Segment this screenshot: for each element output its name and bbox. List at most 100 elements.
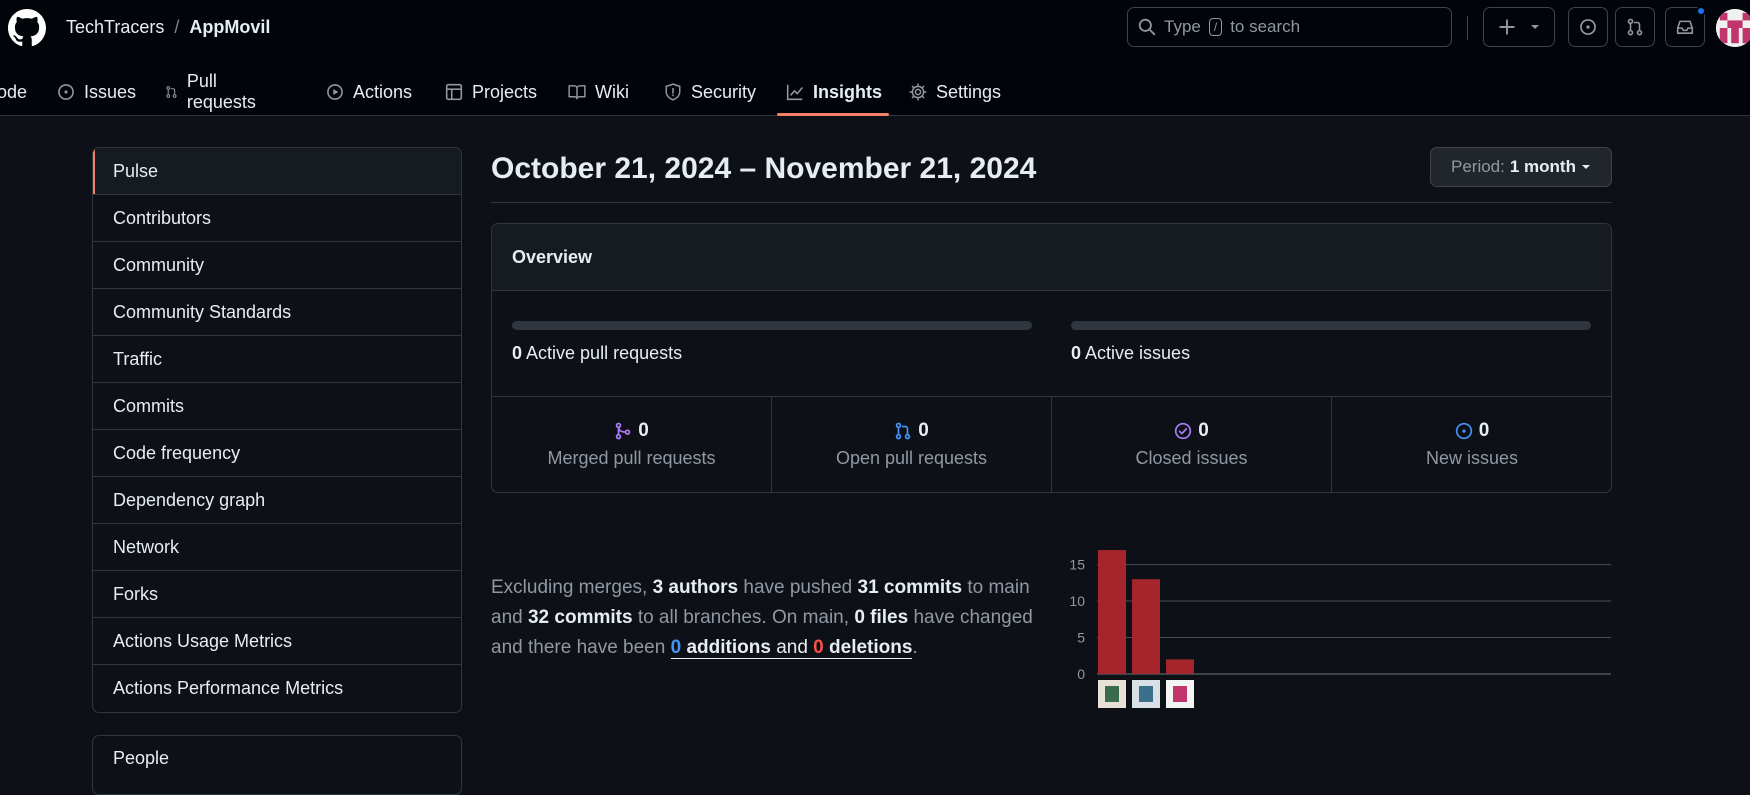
summary-text: and: [776, 637, 808, 658]
tab-label: Security: [691, 81, 757, 102]
authors-count: 3 authors: [652, 577, 739, 598]
tab-label: Projects: [472, 81, 538, 102]
sidebar-item-dependency-graph[interactable]: Dependency graph: [93, 477, 461, 524]
y-tick-label: 15: [1069, 557, 1085, 573]
tab-label: Insights: [813, 81, 883, 102]
issue-icon: [58, 84, 74, 100]
identicon-avatar: [1716, 9, 1750, 47]
top-bar: TechTracers / AppMovil Type / to search: [0, 0, 1750, 56]
sidebar-item-commits[interactable]: Commits: [93, 383, 461, 430]
title-divider: [491, 202, 1612, 203]
pull-request-icon: [1627, 18, 1643, 36]
sidebar-item-actions-usage-metrics[interactable]: Actions Usage Metrics: [93, 618, 461, 665]
sidebar-item-forks[interactable]: Forks: [93, 571, 461, 618]
author-avatar-icon[interactable]: [1098, 680, 1126, 708]
pull-requests-button[interactable]: [1615, 7, 1655, 47]
closed-issues-label: Closed issues: [1135, 448, 1248, 468]
tab-wiki[interactable]: Wiki: [568, 68, 629, 116]
author-avatar-icon[interactable]: [1132, 680, 1160, 708]
active-issues-summary[interactable]: 0 Active issues: [1071, 343, 1190, 364]
search-input[interactable]: Type / to search: [1127, 7, 1452, 47]
tab-label: Wiki: [595, 81, 629, 102]
tab-label: ode: [0, 81, 28, 102]
chart-bar[interactable]: [1166, 659, 1194, 674]
breadcrumb: TechTracers / AppMovil: [66, 17, 270, 38]
search-icon: [1138, 18, 1156, 36]
deletions-word: deletions: [829, 637, 913, 658]
commit-summary: Excluding merges, 3 authors have pushed …: [491, 573, 1051, 663]
sidebar-item-traffic[interactable]: Traffic: [93, 336, 461, 383]
open-prs-count: 0: [918, 420, 929, 441]
github-logo-icon[interactable]: [8, 9, 46, 47]
summary-text: .: [912, 637, 918, 658]
summary-text: Excluding merges,: [491, 577, 648, 598]
merged-prs-count: 0: [638, 420, 649, 441]
tab-insights[interactable]: Insights: [786, 68, 882, 116]
closed-issues-stat[interactable]: 0 Closed issues: [1052, 397, 1332, 492]
period-select-button[interactable]: Period: 1 month: [1430, 147, 1612, 187]
tab-issues[interactable]: Issues: [57, 68, 136, 116]
search-prefix: Type: [1164, 17, 1201, 36]
tab-security[interactable]: Security: [664, 68, 756, 116]
user-avatar[interactable]: [1716, 9, 1750, 47]
caret-down-icon: [1581, 165, 1590, 169]
additions-count: 0: [670, 637, 682, 658]
search-shortcut-key: /: [1208, 18, 1223, 36]
commits-main-count: 31 commits: [857, 577, 963, 598]
merge-icon: [615, 422, 631, 440]
sidebar-people-box: People: [92, 735, 462, 795]
active-prs-label: Active pull requests: [526, 343, 683, 363]
new-issues-stat[interactable]: 0 New issues: [1332, 397, 1611, 492]
author-avatar-icon[interactable]: [1166, 680, 1194, 708]
additions-deletions-link[interactable]: 0 additions and 0 deletions: [670, 637, 913, 659]
active-prs-count: 0: [512, 343, 523, 363]
new-issues-count: 0: [1478, 420, 1490, 441]
closed-issues-count: 0: [1198, 420, 1209, 441]
repo-link[interactable]: AppMovil: [189, 17, 270, 38]
summary-text: to all branches. On main,: [637, 607, 850, 628]
tab-projects[interactable]: Projects: [445, 68, 537, 116]
search-suffix: to search: [1230, 17, 1301, 36]
chart-bar[interactable]: [1132, 579, 1160, 674]
sidebar-item-actions-performance-metrics[interactable]: Actions Performance Metrics: [93, 665, 461, 712]
open-prs-stat[interactable]: 0 Open pull requests: [772, 397, 1052, 492]
table-icon: [445, 83, 463, 101]
period-value: 1 month: [1509, 157, 1576, 176]
sidebar-item-community-standards[interactable]: Community Standards: [93, 289, 461, 336]
sidebar-item-code-frequency[interactable]: Code frequency: [93, 430, 461, 477]
issue-open-icon: [1455, 422, 1472, 440]
pull-request-icon: [895, 422, 911, 440]
sidebar-item-community[interactable]: Community: [93, 242, 461, 289]
pull-request-icon: [166, 86, 177, 98]
plus-icon: [1499, 19, 1515, 35]
tab-settings[interactable]: Settings: [909, 68, 1001, 116]
additions-word: additions: [686, 637, 771, 658]
sidebar-item-contributors[interactable]: Contributors: [93, 195, 461, 242]
inbox-icon: [1676, 20, 1694, 34]
issues-button[interactable]: [1568, 7, 1608, 47]
header-divider: [1467, 16, 1468, 40]
merged-prs-stat[interactable]: 0 Merged pull requests: [492, 397, 772, 492]
y-tick-label: 10: [1069, 593, 1085, 609]
insights-sidebar: Pulse Contributors Community Community S…: [92, 147, 462, 713]
active-prs-summary[interactable]: 0 Active pull requests: [512, 343, 682, 364]
merged-prs-label: Merged pull requests: [547, 448, 716, 468]
create-new-button[interactable]: [1483, 7, 1555, 47]
tab-pull-requests[interactable]: Pull requests: [165, 68, 261, 116]
graph-icon: [786, 84, 803, 101]
notification-dot: [1696, 6, 1706, 16]
page-title: October 21, 2024 – November 21, 2024: [491, 152, 1037, 185]
tab-code[interactable]: ode: [0, 68, 27, 116]
sidebar-item-pulse[interactable]: Pulse: [93, 148, 461, 195]
sidebar-item-network[interactable]: Network: [93, 524, 461, 571]
active-issues-count: 0: [1071, 343, 1082, 363]
y-tick-label: 0: [1077, 666, 1085, 682]
owner-link[interactable]: TechTracers: [66, 17, 164, 38]
chart-bar[interactable]: [1098, 550, 1126, 674]
open-prs-label: Open pull requests: [835, 448, 988, 468]
tab-actions[interactable]: Actions: [326, 68, 412, 116]
gear-icon: [909, 83, 927, 101]
commits-all-count: 32 commits: [527, 607, 633, 628]
overview-heading: Overview: [492, 224, 1611, 291]
issue-icon: [1580, 19, 1596, 35]
